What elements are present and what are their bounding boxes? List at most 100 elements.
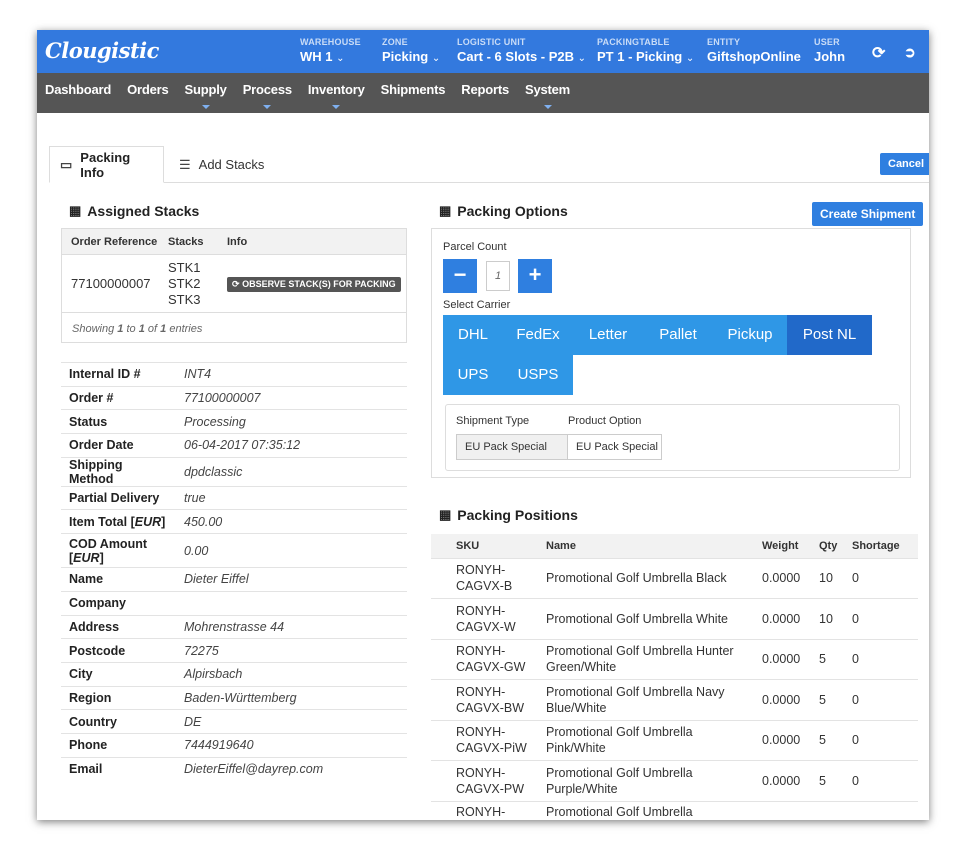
tab-add-stacks-label: Add Stacks [198,157,265,172]
info-row: Country DE [61,709,407,734]
name-cell: Promotional Golf Umbrella Purple/White [541,760,757,801]
inbox-icon: ▭ [60,156,73,172]
nav-inventory[interactable]: Inventory [308,73,365,113]
info-key: Address [61,614,176,639]
zone-label: ZONE [382,37,408,47]
assigned-stacks-title: ▦ Assigned Stacks [69,203,199,219]
info-key-text: COD Amount [69,536,147,551]
logistic-unit-selector[interactable]: LOGISTIC UNIT Cart - 6 Slots - P2B ⌄ [457,37,586,64]
packing-positions-title-text: Packing Positions [457,507,578,523]
info-value: Mohrenstrasse 44 [176,614,407,639]
info-row: Shipping Method dpdclassic [61,456,407,487]
shortage-cell [847,800,918,820]
zone-selector[interactable]: ZONE Picking ⌄ [382,37,440,64]
packing-options-panel: Parcel Count − 1 + Select Carrier DHL Fe… [431,228,911,478]
nav-supply[interactable]: Supply [185,73,227,113]
showing-from: 1 [117,323,124,335]
create-shipment-button[interactable]: Create Shipment [812,202,924,226]
qty-cell [814,800,847,820]
stack-list: STK1 STK2 STK3 [168,260,201,308]
col-info: Info [227,236,248,248]
tab-packing-info[interactable]: ▭ Packing Info [49,146,164,183]
packing-positions-table: SKU Name Weight Qty Shortage RONYH-CAGVX… [431,534,918,820]
decrement-button[interactable]: − [443,259,477,293]
sku-cell: RONYH-CAGVX-GW [431,638,541,680]
chevron-down-icon: ⌄ [431,53,441,64]
info-value: Alpirsbach [176,661,407,687]
refresh-icon[interactable]: ⟳ [872,43,885,63]
packingtable-label: PACKINGTABLE [597,37,670,47]
carrier-letter[interactable]: Letter [573,315,643,355]
col-order-reference: Order Reference [71,236,158,248]
showing-of-word: of [147,323,158,335]
carrier-fedex[interactable]: FedEx [503,315,573,355]
name-cell: Promotional Golf Umbrella Navy Blue/Whit… [541,679,757,720]
info-row: Order Date 06-04-2017 07:35:12 [61,433,407,458]
tab-packing-info-label: Packing Info [80,149,131,180]
table-info-text: Showing 1 to 1 of 1 entries [72,323,202,335]
nav-process[interactable]: Process [243,73,292,113]
carrier-ups[interactable]: UPS [443,355,503,395]
info-key: City [61,661,176,687]
carrier-usps[interactable]: USPS [503,355,573,395]
nav-system[interactable]: System [525,73,570,113]
info-row: Postcode 72275 [61,638,407,663]
info-key: Region [61,685,176,710]
info-row: COD Amount [EUR] 0.00 [61,533,407,568]
shipment-type-select[interactable]: EU Pack Special [456,434,568,460]
table-icon: ▦ [69,203,82,218]
logout-icon[interactable]: ➲ [904,44,916,61]
info-value: dpdclassic [176,456,407,487]
showing-prefix: Showing [72,323,115,335]
chevron-down-icon: ⌄ [336,53,345,64]
nav-orders[interactable]: Orders [127,73,169,113]
info-key: Internal ID # [61,362,176,387]
chevron-down-icon: ⌄ [685,53,695,64]
qty-cell: 10 [814,557,847,599]
sku-cell: RONYH-CAGVX-BW [431,679,541,720]
info-row: Order #77100000007 [61,385,407,410]
warehouse-selector[interactable]: WAREHOUSE WH 1 ⌄ [300,37,361,64]
packing-options-title-text: Packing Options [457,203,568,219]
warehouse-value: WH 1 [300,49,333,64]
nav-orders-label: Orders [127,82,169,97]
carrier-pickup[interactable]: Pickup [713,315,787,355]
info-value [176,590,407,615]
nav-dashboard[interactable]: Dashboard [45,73,111,113]
col-sku: SKU [431,534,541,558]
tab-add-stacks[interactable]: ☰ Add Stacks [169,146,274,183]
packingtable-selector[interactable]: PACKINGTABLE PT 1 - Picking ⌄ [597,37,694,64]
info-key: Country [61,709,176,734]
carrier-dhl[interactable]: DHL [443,315,503,355]
info-value: Baden-Württemberg [176,685,407,710]
nav-shipments[interactable]: Shipments [381,73,446,113]
showing-total: 1 [160,323,167,335]
order-reference: 77100000007 [71,276,151,291]
product-option-select[interactable]: EU Pack Special ( [567,434,662,460]
info-key: Company [61,590,176,615]
observe-stacks-button[interactable]: ⟳ OBSERVE STACK(S) FOR PACKING [227,277,401,292]
nav-reports[interactable]: Reports [461,73,509,113]
shortage-cell: 0 [847,638,918,680]
assigned-stacks-table: Order Reference Stacks Info 77100000007 … [61,228,407,343]
table-icon: ▦ [439,507,452,522]
qty-cell: 5 [814,760,847,801]
info-key-text: Item Total [69,514,128,529]
carrier-post-nl[interactable]: Post NL [787,315,872,355]
user-value: John [814,49,846,64]
increment-button[interactable]: + [518,259,552,293]
info-row: Region Baden-Württemberg [61,685,407,710]
table-header: SKU Name Weight Qty Shortage [431,534,918,558]
weight-cell [757,800,814,820]
info-key: Postcode [61,638,176,663]
qty-cell: 5 [814,679,847,720]
parcel-count-input[interactable]: 1 [486,261,510,291]
carrier-pallet[interactable]: Pallet [643,315,713,355]
cancel-button[interactable]: Cancel [880,153,929,175]
shipment-type-label: Shipment Type [456,415,530,427]
stack-item: STK3 [168,292,201,307]
info-key: COD Amount [EUR] [61,533,176,568]
info-row: Status Processing [61,409,407,434]
entity-value: GiftshopOnline [707,49,801,64]
packing-options-title: ▦ Packing Options [439,203,568,219]
